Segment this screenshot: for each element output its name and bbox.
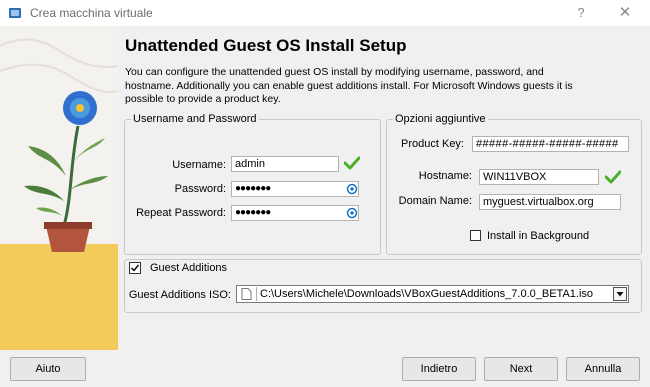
repeat-password-field[interactable]: ●●●●●●● [231, 205, 359, 221]
dropdown-arrow-icon[interactable] [613, 287, 627, 301]
product-key-label: Product Key: [401, 138, 464, 150]
page-description: You can configure the unattended guest O… [125, 66, 573, 105]
next-button[interactable]: Next [484, 357, 558, 381]
guest-additions-iso-label: Guest Additions ISO: [128, 289, 231, 301]
password-field[interactable]: ●●●●●●● [231, 181, 359, 197]
close-icon[interactable]: ✕ [614, 2, 636, 24]
help-button[interactable]: Aiuto [10, 357, 86, 381]
valid-check-icon [344, 156, 360, 170]
show-repeat-password-icon[interactable] [346, 207, 358, 219]
cancel-button[interactable]: Annulla [566, 357, 640, 381]
guest-additions-label: Guest Additions [147, 262, 231, 274]
username-password-legend: Username and Password [133, 113, 257, 125]
hostname-label: Hostname: [418, 170, 472, 182]
domain-name-field[interactable]: myguest.virtualbox.org [479, 194, 621, 210]
file-icon [241, 288, 252, 300]
product-key-field[interactable]: #####-#####-#####-##### [472, 136, 629, 152]
window-title: Crea macchina virtuale [30, 6, 153, 20]
help-icon[interactable]: ? [570, 2, 592, 24]
username-label: Username: [172, 159, 226, 171]
page-title: Unattended Guest OS Install Setup [125, 36, 407, 55]
hostname-valid-check-icon [605, 170, 621, 184]
repeat-password-label: Repeat Password: [136, 207, 226, 219]
additional-options-legend: Opzioni aggiuntive [395, 113, 486, 125]
password-label: Password: [174, 183, 226, 195]
domain-name-label: Domain Name: [398, 195, 472, 207]
wizard-footer: Aiuto Indietro Next Annulla [0, 352, 650, 387]
wizard-body: Unattended Guest OS Install Setup You ca… [0, 26, 650, 352]
guest-additions-iso-value: C:\Users\Michele\Downloads\VBoxGuestAddi… [260, 288, 594, 300]
back-button[interactable]: Indietro [402, 357, 476, 381]
flower-illustration [0, 26, 118, 350]
wizard-side-illustration [0, 26, 118, 350]
virtualbox-icon [9, 8, 21, 18]
hostname-field[interactable]: WIN11VBOX [479, 169, 599, 185]
combo-separator [256, 287, 257, 301]
install-background-label: Install in Background [487, 230, 590, 242]
show-password-icon[interactable] [346, 183, 358, 195]
checkmark-icon [131, 264, 140, 272]
username-field[interactable]: admin [231, 156, 339, 172]
chevron-down-icon [616, 292, 624, 297]
install-background-checkbox[interactable] [470, 230, 481, 241]
title-bar: Crea macchina virtuale ? ✕ [0, 0, 650, 26]
guest-additions-iso-select[interactable]: C:\Users\Michele\Downloads\VBoxGuestAddi… [236, 285, 629, 303]
guest-additions-checkbox[interactable] [129, 262, 141, 274]
